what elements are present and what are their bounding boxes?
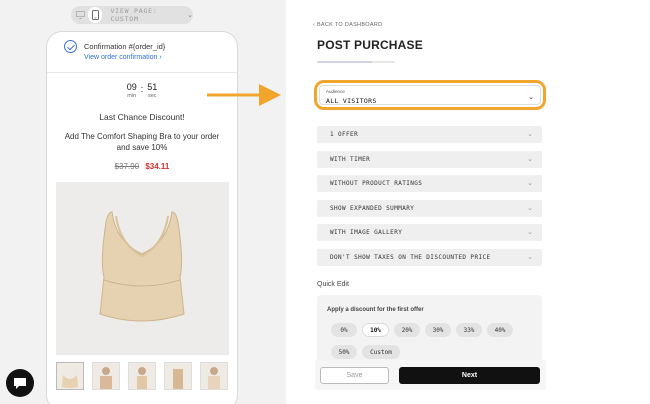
chat-icon[interactable] bbox=[6, 369, 34, 397]
thumbnail[interactable] bbox=[128, 362, 156, 390]
accordion-summary[interactable]: SHOW EXPANDED SUMMARY ⌄ bbox=[317, 200, 542, 217]
page-title: POST PURCHASE bbox=[317, 38, 423, 52]
chevron-down-icon: ⌄ bbox=[528, 94, 534, 101]
thumbnail[interactable] bbox=[200, 362, 228, 390]
confirmation-title: Confirmation #{order_id} bbox=[84, 42, 166, 51]
price-row: $37.90 $34.11 bbox=[47, 162, 237, 171]
timer-min-unit: min bbox=[127, 93, 137, 99]
discount-chip-custom[interactable]: Custom bbox=[362, 345, 400, 359]
accordion-label: WITH IMAGE GALLERY bbox=[330, 229, 403, 236]
discount-chip[interactable]: 30% bbox=[425, 323, 451, 337]
view-page-toggle[interactable]: VIEW PAGE: CUSTOM ⌄ bbox=[71, 6, 193, 24]
quick-edit-title: Quick Edit bbox=[317, 281, 349, 288]
thumbnail[interactable] bbox=[164, 362, 192, 390]
thumbnail-strip bbox=[56, 362, 228, 390]
discount-heading: Apply a discount for the first offer bbox=[327, 307, 424, 313]
view-order-confirmation-link[interactable]: View order confirmation › bbox=[84, 54, 162, 61]
discount-chip-selected[interactable]: 10% bbox=[362, 323, 389, 337]
discount-chip[interactable]: 33% bbox=[456, 323, 482, 337]
discount-chip[interactable]: 40% bbox=[487, 323, 513, 337]
chevron-down-icon: ⌄ bbox=[527, 229, 533, 236]
accordion-label: WITH TIMER bbox=[330, 156, 371, 163]
accordion-timer[interactable]: WITH TIMER ⌄ bbox=[317, 151, 542, 168]
back-to-dashboard-link[interactable]: ‹ BACK TO DASHBOARD bbox=[313, 22, 382, 28]
timer-seconds: 51 bbox=[147, 82, 158, 92]
chevron-down-icon[interactable]: ⌄ bbox=[187, 11, 193, 19]
new-price: $34.11 bbox=[145, 162, 170, 171]
check-circle-icon bbox=[64, 40, 77, 53]
chevron-down-icon: ⌄ bbox=[527, 131, 533, 138]
chevron-down-icon: ⌄ bbox=[527, 156, 533, 163]
timer-sec-unit: sec bbox=[147, 93, 157, 99]
accordion-label: SHOW EXPANDED SUMMARY bbox=[330, 205, 415, 212]
desktop-view-icon[interactable] bbox=[74, 8, 86, 22]
old-price: $37.90 bbox=[114, 162, 140, 171]
mobile-view-icon[interactable] bbox=[88, 7, 103, 23]
editor-panel: ‹ BACK TO DASHBOARD POST PURCHASE Audien… bbox=[286, 0, 650, 404]
preview-pane: VIEW PAGE: CUSTOM ⌄ Confirmation #{order… bbox=[0, 0, 286, 404]
confirmation-header: Confirmation #{order_id} View order conf… bbox=[47, 32, 237, 73]
chevron-down-icon: ⌄ bbox=[527, 205, 533, 212]
offer-text: Add The Comfort Shaping Bra to your orde… bbox=[64, 132, 220, 152]
thumbnail[interactable] bbox=[92, 362, 120, 390]
accordion-label: WITHOUT PRODUCT RATINGS bbox=[330, 180, 423, 187]
accordion-offer[interactable]: 1 OFFER ⌄ bbox=[317, 126, 542, 143]
accordion-label: DON'T SHOW TAXES ON THE DISCOUNTED PRICE bbox=[330, 254, 491, 261]
audience-select-highlight[interactable]: Audience ALL VISITORS ⌄ bbox=[314, 80, 546, 110]
product-image bbox=[56, 182, 229, 355]
view-page-label: VIEW PAGE: CUSTOM bbox=[110, 7, 158, 23]
audience-label: Audience bbox=[326, 89, 345, 94]
thumbnail[interactable] bbox=[56, 362, 84, 390]
next-button[interactable]: Next bbox=[399, 367, 540, 384]
audience-value: ALL VISITORS bbox=[326, 97, 377, 105]
discount-chip[interactable]: 0% bbox=[331, 323, 357, 337]
accordion-gallery[interactable]: WITH IMAGE GALLERY ⌄ bbox=[317, 224, 542, 241]
accordion-taxes[interactable]: DON'T SHOW TAXES ON THE DISCOUNTED PRICE… bbox=[317, 249, 542, 266]
footer-bar: Save Next bbox=[315, 360, 546, 390]
chevron-down-icon: ⌄ bbox=[527, 254, 533, 261]
chevron-down-icon: ⌄ bbox=[527, 180, 533, 187]
accordion-label: 1 OFFER bbox=[330, 131, 359, 138]
accordion-ratings[interactable]: WITHOUT PRODUCT RATINGS ⌄ bbox=[317, 175, 542, 192]
timer-minutes: 09 bbox=[126, 82, 137, 92]
timer-separator: : bbox=[140, 84, 144, 94]
save-button[interactable]: Save bbox=[320, 367, 389, 384]
quick-edit-box: Apply a discount for the first offer 0% … bbox=[317, 295, 542, 365]
progress-bar bbox=[317, 61, 395, 63]
discount-chip[interactable]: 50% bbox=[331, 345, 357, 359]
progress-fill bbox=[317, 61, 372, 63]
pointer-arrow-icon bbox=[207, 84, 281, 106]
last-chance-heading: Last Chance Discount! bbox=[99, 112, 185, 122]
audience-select[interactable]: Audience ALL VISITORS ⌄ bbox=[319, 85, 541, 105]
discount-chip[interactable]: 20% bbox=[394, 323, 420, 337]
